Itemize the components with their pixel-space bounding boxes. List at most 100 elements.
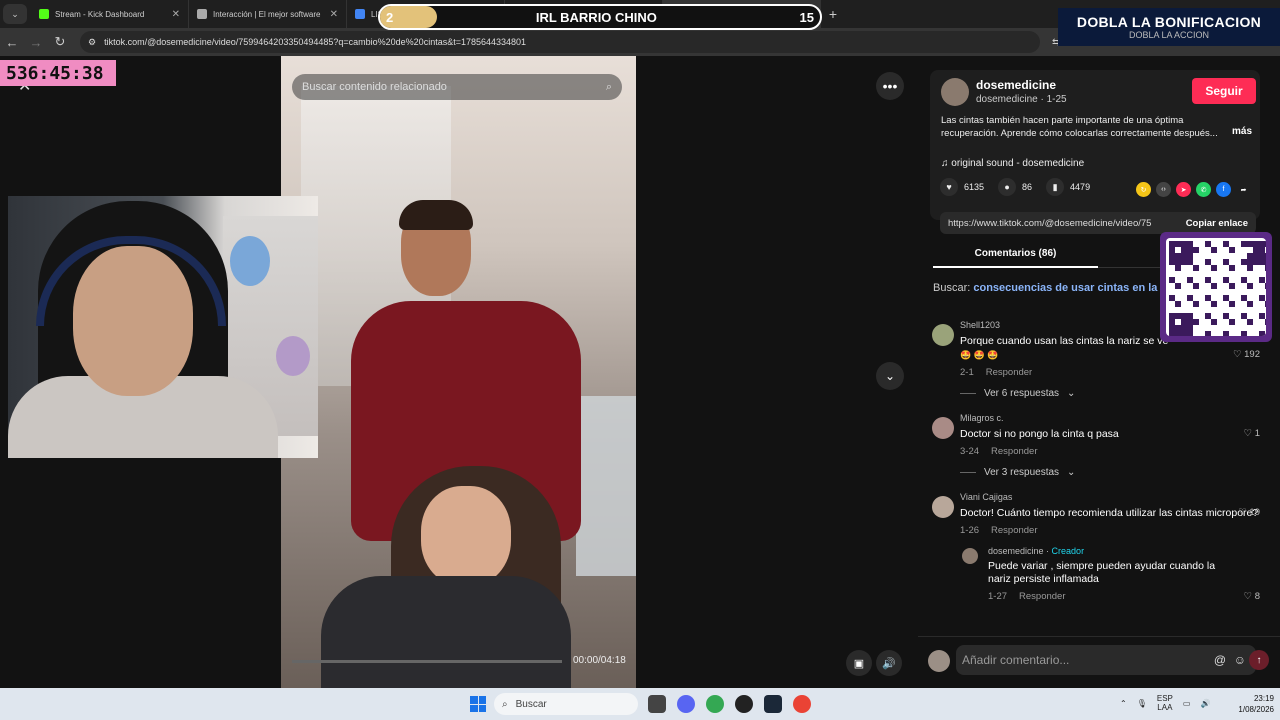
related-search-input[interactable]: Buscar contenido relacionado ⌕ xyxy=(292,74,622,100)
comment-emojis: 🤩 🤩 🤩 xyxy=(960,350,999,360)
whatsapp-icon[interactable]: ✆ xyxy=(1196,182,1211,197)
new-tab-button[interactable]: + xyxy=(821,6,845,22)
reply-username[interactable]: dosemedicine xyxy=(988,546,1044,556)
emoji-icon[interactable]: ☺ xyxy=(1234,653,1246,667)
obs-icon[interactable] xyxy=(735,695,753,713)
heart-outline-icon: ♡ xyxy=(1243,591,1255,602)
avatar[interactable] xyxy=(962,548,978,564)
like-stat[interactable]: ♥ 6135 xyxy=(940,178,984,196)
share-arrow-icon[interactable]: ➦ xyxy=(1236,182,1251,197)
avatar[interactable] xyxy=(941,78,969,106)
chevron-up-icon[interactable]: ⌃ xyxy=(1120,699,1127,708)
copy-link-button[interactable]: Copiar enlace xyxy=(1179,217,1248,229)
reply-button[interactable]: Responder xyxy=(991,525,1037,536)
follow-button[interactable]: Seguir xyxy=(1192,78,1256,104)
lang-secondary: LAA xyxy=(1157,703,1173,712)
more-options-icon[interactable]: ••• xyxy=(876,72,904,100)
facebook-icon[interactable]: f xyxy=(1216,182,1231,197)
reply-like-count: 8 xyxy=(1254,591,1260,602)
author-subtitle: dosemedicine · 1-25 xyxy=(976,94,1067,105)
sound-link[interactable]: ♫ original sound - dosemedicine xyxy=(941,158,1084,169)
volume-icon[interactable]: 🔊 xyxy=(1200,699,1210,708)
reload-icon[interactable]: ↻ xyxy=(48,34,72,50)
view-replies-button[interactable]: Ver 3 respuestas ⌄ xyxy=(960,467,1272,478)
microphone-icon[interactable]: 🎙 xyxy=(1137,699,1147,708)
author-name[interactable]: dosemedicine xyxy=(976,78,1056,92)
qr-module xyxy=(1193,319,1199,325)
mention-icon[interactable]: @ xyxy=(1214,653,1226,667)
browser-tab[interactable]: Stream - Kick Dashboard ✕ xyxy=(31,0,189,28)
comment-username[interactable]: Viani Cajigas xyxy=(960,492,1272,502)
avatar[interactable] xyxy=(932,496,954,518)
qr-module xyxy=(1175,265,1181,271)
save-stat[interactable]: ▮ 4479 xyxy=(1046,178,1090,196)
search-icon[interactable]: ⌕ xyxy=(606,81,612,94)
comment-like[interactable]: ♡ 192 xyxy=(1233,349,1260,360)
close-tab-icon[interactable]: ✕ xyxy=(172,9,180,20)
windows-start-icon[interactable] xyxy=(470,696,486,712)
creator-badge: Creador xyxy=(1051,546,1085,556)
taskbar-search-label: Buscar xyxy=(515,698,547,710)
share-link-field[interactable]: https://www.tiktok.com/@dosemedicine/vid… xyxy=(940,212,1256,234)
add-comment-input[interactable]: Añadir comentario... @ ☺ xyxy=(956,645,1256,675)
reply-button[interactable]: Responder xyxy=(991,446,1037,457)
reply-date: 1-27 xyxy=(988,591,1008,602)
language-indicator[interactable]: ESP LAA xyxy=(1157,694,1173,712)
pip-icon[interactable]: ▣ xyxy=(846,650,872,676)
video-player[interactable] xyxy=(281,56,636,688)
close-tab-icon[interactable]: ✕ xyxy=(330,9,338,20)
volume-icon[interactable]: 🔊 xyxy=(876,650,902,676)
avatar[interactable] xyxy=(932,324,954,346)
chrome-icon[interactable] xyxy=(706,695,724,713)
webcam-plush xyxy=(276,336,310,376)
discord-icon[interactable] xyxy=(677,695,695,713)
tab-title: Interacción | El mejor software xyxy=(213,9,321,19)
divider xyxy=(960,472,976,473)
qr-module xyxy=(1193,301,1199,307)
tab-favicon-icon xyxy=(39,9,49,19)
steam-icon[interactable] xyxy=(764,695,782,713)
forward-icon[interactable]: → xyxy=(24,35,48,50)
comment-like[interactable]: ♡ 19 xyxy=(1238,507,1260,518)
comment-count: 86 xyxy=(1022,182,1033,192)
qr-module xyxy=(1187,331,1193,336)
webcam-plush xyxy=(230,236,270,286)
qr-module xyxy=(1265,319,1266,325)
file-explorer-icon[interactable] xyxy=(648,695,666,713)
view-replies-button[interactable]: Ver 6 respuestas ⌄ xyxy=(960,388,1272,399)
repost-icon[interactable]: ↻ xyxy=(1136,182,1151,197)
more-link[interactable]: más xyxy=(1232,126,1252,137)
yape-qr-code xyxy=(1160,232,1272,342)
taskbar-clock[interactable]: 23:19 1/08/2026 xyxy=(1230,693,1274,715)
comment-username[interactable]: Milagros c. xyxy=(960,413,1272,423)
send-comment-button[interactable]: ↑ xyxy=(1249,650,1269,670)
qr-module xyxy=(1265,241,1266,247)
promo-subtitle: DOBLA LA ACCION xyxy=(1128,30,1210,40)
tab-comments[interactable]: Comentarios (86) xyxy=(933,240,1098,268)
address-bar[interactable]: ⚙ tiktok.com/@dosemedicine/video/7599464… xyxy=(80,31,1040,53)
reply-like[interactable]: ♡ 8 xyxy=(1244,591,1260,602)
avatar[interactable] xyxy=(932,417,954,439)
creator-reply: dosemedicine · Creador Puede variar , si… xyxy=(962,546,1272,602)
taskbar-search[interactable]: ⌕ Buscar xyxy=(494,693,638,715)
embed-icon[interactable]: ‹› xyxy=(1156,182,1171,197)
browser-tab[interactable]: Interacción | El mejor software ✕ xyxy=(189,0,347,28)
search-suggestion[interactable]: Buscar: consecuencias de usar cintas en … xyxy=(933,282,1173,294)
comment-item: Viani Cajigas Doctor! Cuánto tiempo reco… xyxy=(932,492,1272,536)
chevron-down-icon[interactable]: ⌄ xyxy=(876,362,904,390)
comment-stat[interactable]: ● 86 xyxy=(998,178,1032,196)
send-icon[interactable]: ➤ xyxy=(1176,182,1191,197)
tab-search-button[interactable]: ⌄ xyxy=(3,4,27,24)
chrome-profile-icon[interactable] xyxy=(793,695,811,713)
site-info-icon[interactable]: ⚙ xyxy=(88,37,96,48)
comment-like[interactable]: ♡ 1 xyxy=(1244,428,1260,439)
reply-button[interactable]: Responder xyxy=(1019,591,1065,602)
video-progress-bar[interactable] xyxy=(292,660,562,663)
search-suggestion-query[interactable]: consecuencias de usar cintas en la na xyxy=(973,282,1173,294)
comment-like-count: 1 xyxy=(1254,428,1260,439)
heart-outline-icon: ♡ xyxy=(1232,349,1245,360)
reply-button[interactable]: Responder xyxy=(986,367,1032,378)
back-icon[interactable]: ← xyxy=(0,35,24,50)
network-icon[interactable]: ▭ xyxy=(1183,699,1191,708)
qr-module xyxy=(1229,319,1235,325)
